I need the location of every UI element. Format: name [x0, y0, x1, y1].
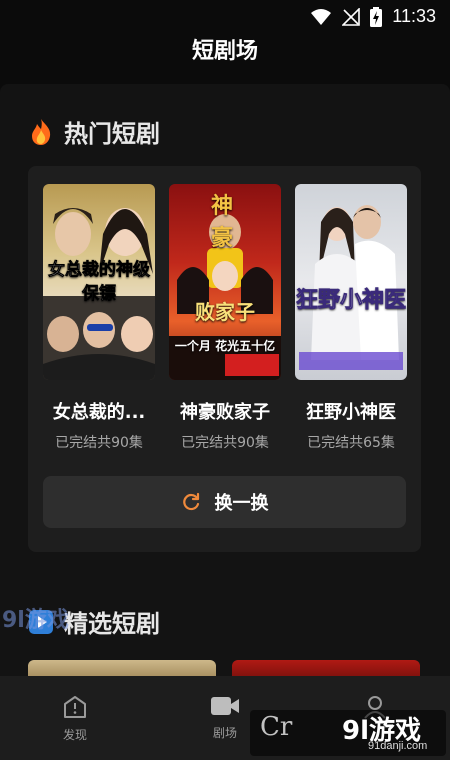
poster-caption: 女总裁的神级保镖	[48, 260, 151, 305]
drama-card[interactable]: 狂野小神医 狂野小神医 已完结共65集	[295, 184, 407, 452]
wifi-icon	[311, 8, 332, 25]
watermark-site: 91danji.com	[368, 740, 428, 752]
drama-poster[interactable]: 狂野小神医	[295, 184, 407, 380]
video-camera-icon	[211, 697, 239, 715]
drama-poster[interactable]: 神豪 败家子 一个月 花光五十亿	[169, 184, 281, 380]
tab-label: 发现	[62, 728, 87, 742]
drama-episodes: 已完结共90集	[181, 435, 269, 451]
poster-caption: 狂野小神医	[295, 288, 407, 314]
drama-title: 神豪败家子	[180, 402, 270, 423]
drama-card[interactable]: 女总裁的神级保镖 女总裁的... 已完结共90集	[43, 184, 155, 452]
app-header: 短剧场	[0, 24, 450, 74]
drama-title: 狂野小神医	[306, 402, 396, 423]
tab-label: 剧场	[212, 726, 237, 740]
flame-icon	[32, 118, 51, 145]
refresh-icon	[182, 492, 199, 511]
hot-dramas-card: 女总裁的神级保镖 女总裁的... 已完结共90集 神豪 败家子 一个月 花光五十…	[28, 166, 421, 552]
featured-section-title: 精选短剧	[64, 610, 160, 638]
watermark-cr: Cr	[260, 712, 293, 742]
hot-section-header: 热门短剧	[28, 114, 160, 149]
no-signal-icon	[342, 7, 361, 26]
poster-caption-bottom: 一个月 花光五十亿	[174, 339, 276, 353]
drama-card[interactable]: 神豪 败家子 一个月 花光五十亿 神豪败家子 已完结共90集	[169, 184, 281, 452]
page-title: 短剧场	[191, 39, 258, 64]
refresh-label: 换一换	[214, 493, 269, 514]
refresh-button[interactable]: 换一换	[43, 476, 406, 528]
poster-caption-mid: 败家子	[195, 300, 255, 324]
content-panel: 热门短剧 女总裁的神级保镖 女总裁的... 已完结共90集 神豪 败家子 一个月…	[0, 84, 450, 690]
watermark-badge: Cr 9l游戏 91danji.com	[250, 710, 446, 756]
drama-episodes: 已完结共90集	[55, 435, 143, 451]
poster-caption-top: 神豪	[210, 194, 259, 251]
hot-section-title: 热门短剧	[64, 120, 160, 148]
drama-episodes: 已完结共65集	[307, 435, 395, 451]
discover-icon	[64, 696, 86, 718]
tab-discover[interactable]: 发现	[30, 694, 120, 743]
watermark-left-logo: 9l游戏	[2, 608, 69, 633]
drama-title: 女总裁的...	[52, 402, 146, 423]
drama-poster[interactable]: 女总裁的神级保镖	[43, 184, 155, 380]
